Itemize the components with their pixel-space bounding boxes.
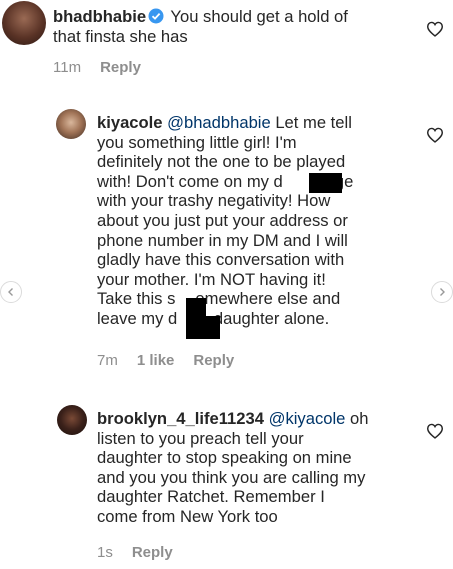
verified-badge-icon bbox=[148, 8, 164, 24]
redaction-box bbox=[186, 316, 220, 339]
mention-link[interactable]: @bhadbhabie bbox=[167, 113, 271, 132]
comment-text-line: gladly have this conversation with bbox=[97, 250, 345, 270]
comment-time: 7m bbox=[97, 352, 118, 369]
comment-text-line: daughter Ratchet. Remember I bbox=[97, 487, 325, 507]
comment-meta: 7m 1 like Reply bbox=[97, 352, 253, 369]
comment-time: 1s bbox=[97, 544, 113, 561]
chevron-right-icon bbox=[440, 288, 445, 296]
mention-link[interactable]: @kiyacole bbox=[269, 409, 346, 428]
comment-text-line: Let me tell bbox=[270, 113, 352, 132]
comment-text-line: about you just put your address or bbox=[97, 210, 348, 230]
avatar[interactable] bbox=[57, 405, 87, 435]
comment-text-line: that finsta she has bbox=[53, 26, 188, 46]
comment-username[interactable]: kiyacole bbox=[97, 113, 163, 132]
comment-text-line: definitely not the one to be played bbox=[97, 152, 346, 172]
comment-text-line: daughter alone. bbox=[209, 308, 330, 328]
comment-text-line: daughter to stop speaking on mine bbox=[97, 448, 352, 468]
comment-text-line: come from New York too bbox=[97, 506, 278, 526]
comment-text-line: omewhere else and bbox=[195, 289, 341, 309]
like-heart-icon[interactable] bbox=[426, 21, 444, 37]
comment-text-line: your mother. I'm NOT having it! bbox=[97, 269, 326, 289]
comment-username[interactable]: brooklyn_4_life11234 bbox=[97, 409, 264, 428]
comment-text-line: leave my d bbox=[97, 308, 178, 328]
avatar[interactable] bbox=[56, 109, 86, 139]
comment-text-line: phone number in my DM and I will bbox=[97, 230, 348, 250]
comment-text-line: and you you think you are calling my bbox=[97, 467, 366, 487]
comment-text-line: oh bbox=[345, 409, 369, 428]
likes-count[interactable]: 1 like bbox=[137, 352, 175, 369]
comment-text-line: listen to you preach tell your bbox=[97, 428, 304, 448]
reply-button[interactable]: Reply bbox=[100, 59, 141, 76]
comment-body: bhadbhabie You should get a hold of that… bbox=[53, 7, 348, 46]
redaction-box bbox=[309, 173, 342, 193]
comment-body: kiyacole @bhadbhabie Let me tell you som… bbox=[97, 113, 353, 329]
like-heart-icon[interactable] bbox=[426, 423, 444, 439]
comment-text-line: you something little girl! I'm bbox=[97, 132, 297, 152]
avatar[interactable] bbox=[2, 1, 46, 45]
comment-text-line: with your trashy negativity! How bbox=[97, 191, 331, 211]
reply-button[interactable]: Reply bbox=[132, 544, 173, 561]
comment-body: brooklyn_4_life11234 @kiyacole oh listen… bbox=[97, 409, 368, 527]
previous-arrow-button[interactable] bbox=[0, 281, 22, 303]
next-arrow-button[interactable] bbox=[431, 281, 453, 303]
comment-text-line: Take this s bbox=[97, 289, 176, 309]
reply-button[interactable]: Reply bbox=[193, 352, 234, 369]
like-heart-icon[interactable] bbox=[426, 127, 444, 143]
comment-meta: 11m Reply bbox=[53, 59, 160, 76]
comment-username[interactable]: bhadbhabie bbox=[53, 7, 146, 26]
comment-time: 11m bbox=[53, 59, 82, 76]
comment-text-line: You should get a hold of bbox=[166, 7, 348, 26]
comment-text-line: with! Don't come on my d bbox=[97, 171, 283, 191]
chevron-left-icon bbox=[8, 288, 13, 296]
comment-meta: 1s Reply bbox=[97, 544, 192, 561]
